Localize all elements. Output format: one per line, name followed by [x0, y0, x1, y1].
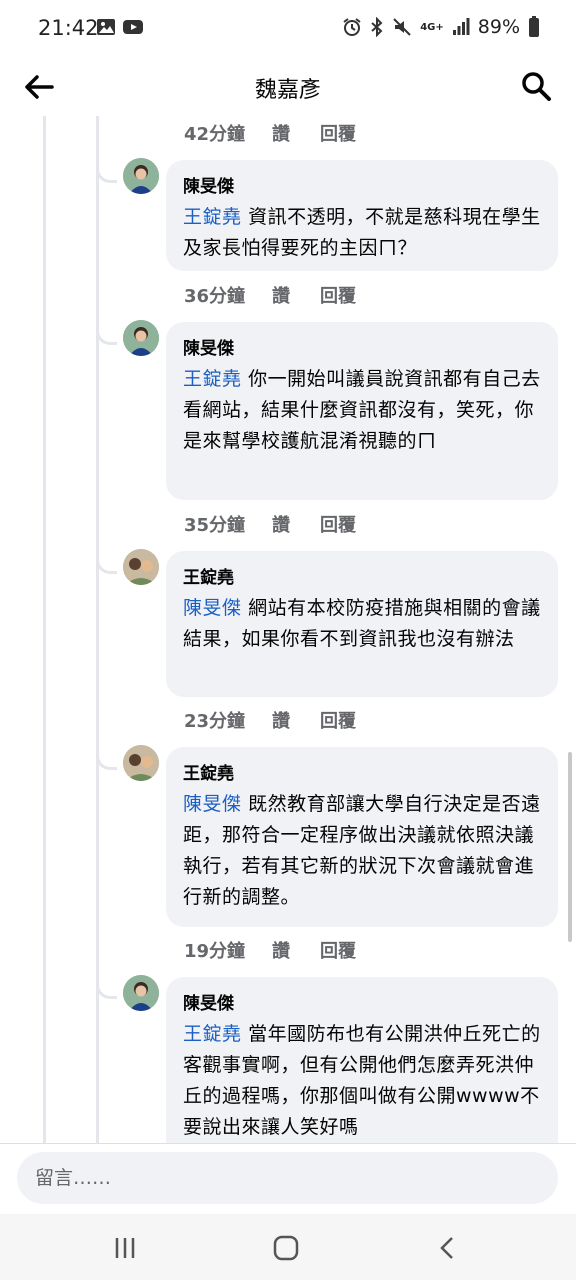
comment-input[interactable] [17, 1152, 558, 1204]
avatar[interactable] [123, 320, 159, 356]
alarm-icon [343, 18, 361, 36]
mute-icon [393, 18, 411, 36]
comment-composer-bar [0, 1143, 576, 1214]
thread-branch [96, 966, 117, 999]
battery-percent: 89% [477, 16, 520, 38]
comment-time: 42分鐘 [184, 124, 246, 145]
avatar[interactable] [123, 975, 159, 1011]
network-type: 4G+ [420, 21, 444, 33]
comment-meta: 35分鐘 讚 回覆 [184, 511, 356, 537]
comment-text: 陳旻傑 網站有本校防疫措施與相關的會議結果，如果你看不到資訊我也沒有辦法 [183, 593, 542, 655]
mention-link[interactable]: 陳旻傑 [183, 597, 242, 619]
thread-branch [96, 737, 117, 770]
comment-text: 王錠堯 你一開始叫議員說資訊都有自己去看網站，結果什麼資訊都沒有，笑死，你是來幫… [183, 364, 542, 457]
page-title: 魏嘉彥 [254, 78, 321, 103]
avatar[interactable] [123, 745, 159, 781]
home-icon[interactable] [266, 1232, 306, 1264]
reply-button[interactable]: 回覆 [320, 707, 356, 733]
comment-author[interactable]: 陳旻傑 [183, 989, 542, 1014]
reply-button[interactable]: 回覆 [320, 937, 356, 963]
thread-branch [96, 150, 117, 183]
reply-button[interactable]: 回覆 [320, 511, 356, 537]
recent-apps-icon[interactable] [105, 1232, 145, 1264]
avatar[interactable] [123, 158, 159, 194]
comment-author[interactable]: 陳旻傑 [183, 334, 542, 359]
comment-bubble: 陳旻傑 王錠堯 你一開始叫議員說資訊都有自己去看網站，結果什麼資訊都沒有，笑死，… [166, 322, 558, 500]
comment-time: 23分鐘 [184, 711, 246, 732]
status-bar: 21:42 4G+ 89% [0, 0, 576, 58]
youtube-icon [123, 20, 143, 34]
comment-author[interactable]: 王錠堯 [183, 563, 542, 588]
avatar[interactable] [123, 549, 159, 585]
comment-author[interactable]: 陳旻傑 [183, 172, 542, 197]
comment-text: 陳旻傑 既然教育部讓大學自行決定是否遠距，那符合一定程序做出決議就依照決議執行，… [183, 789, 542, 913]
like-button[interactable]: 讚 [272, 707, 320, 733]
comment-text: 王錠堯 資訊不透明，不就是慈科現在學生及家長怕得要死的主因ㄇ？ [183, 202, 542, 264]
comment-meta: 42分鐘 讚 回覆 [184, 120, 356, 146]
like-button[interactable]: 讚 [272, 120, 320, 146]
system-nav-bar [0, 1214, 576, 1280]
signal-icon [452, 18, 470, 35]
comment-time: 36分鐘 [184, 286, 246, 307]
bluetooth-icon [371, 17, 383, 37]
mention-link[interactable]: 陳旻傑 [183, 793, 242, 815]
comment-meta: 36分鐘 讚 回覆 [184, 282, 356, 308]
like-button[interactable]: 讚 [272, 282, 320, 308]
thread-branch [96, 312, 117, 345]
comment-bubble: 陳旻傑 王錠堯 資訊不透明，不就是慈科現在學生及家長怕得要死的主因ㄇ？ [166, 160, 558, 271]
battery-icon [529, 16, 539, 37]
comment-meta: 23分鐘 讚 回覆 [184, 707, 356, 733]
reply-button[interactable]: 回覆 [320, 120, 356, 146]
gallery-icon [97, 19, 115, 35]
reply-button[interactable]: 回覆 [320, 282, 356, 308]
scrollbar[interactable] [568, 752, 572, 942]
comment-bubble: 王錠堯 陳旻傑 既然教育部讓大學自行決定是否遠距，那符合一定程序做出決議就依照決… [166, 747, 558, 927]
mention-link[interactable]: 王錠堯 [183, 206, 242, 228]
status-left-icons [96, 17, 144, 37]
comment-time: 19分鐘 [184, 941, 246, 962]
comment-author[interactable]: 王錠堯 [183, 759, 542, 784]
comment-meta: 19分鐘 讚 回覆 [184, 937, 356, 963]
thread-line-outer [43, 116, 46, 1146]
mention-link[interactable]: 王錠堯 [183, 368, 242, 390]
top-app-bar: 魏嘉彥 [0, 58, 576, 116]
status-time: 21:42 [38, 16, 99, 40]
thread-branch [96, 541, 117, 574]
like-button[interactable]: 讚 [272, 937, 320, 963]
comment-time: 35分鐘 [184, 515, 246, 536]
comment-bubble: 王錠堯 陳旻傑 網站有本校防疫措施與相關的會議結果，如果你看不到資訊我也沒有辦法 [166, 551, 558, 697]
comment-text: 王錠堯 當年國防布也有公開洪仲丘死亡的客觀事實啊，但有公開他們怎麼弄死洪仲丘的過… [183, 1019, 542, 1143]
status-right-icons: 4G+ 89% [342, 16, 540, 38]
search-icon[interactable] [520, 70, 552, 102]
like-button[interactable]: 讚 [272, 511, 320, 537]
mention-link[interactable]: 王錠堯 [183, 1023, 242, 1045]
back-nav-icon[interactable] [428, 1232, 468, 1264]
